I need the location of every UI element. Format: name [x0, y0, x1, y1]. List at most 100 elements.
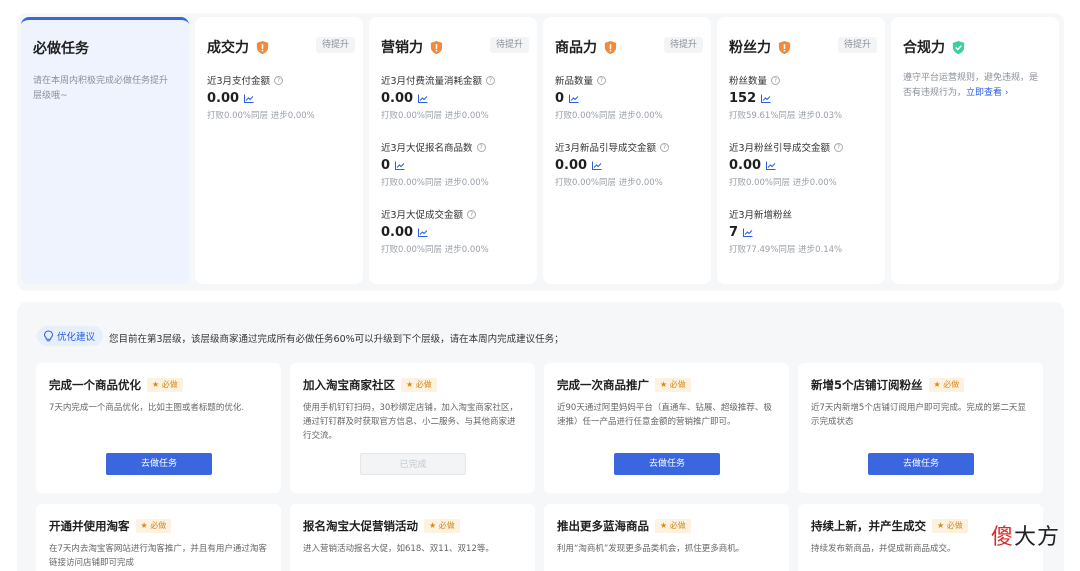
help-icon[interactable]: ? [476, 142, 486, 152]
do-task-button[interactable]: 去做任务 [106, 453, 212, 475]
help-icon[interactable]: ? [486, 75, 496, 85]
compliance-desc: 遵守平台运营规则，避免违规，是否有违规行为，立即查看 › [903, 73, 1039, 98]
help-icon[interactable]: ? [467, 209, 477, 219]
status-pill: 待提升 [837, 37, 877, 53]
task-title: 加入淘宝商家社区 [303, 378, 395, 392]
warning-shield-icon [604, 40, 617, 54]
warning-shield-icon [256, 40, 269, 54]
metric-label: 近3月付费流量消耗金额 [381, 76, 483, 87]
status-pill: 待提升 [663, 37, 703, 53]
fans-card: 粉丝力 待提升 粉丝数量? 152 打败59.61%同层 进步0.03% 近3月… [717, 17, 885, 284]
metric-item: 新品数量? 0 打败0.00%同层 进步0.00% [555, 73, 703, 133]
view-now-link[interactable]: 立即查看 › [966, 88, 1008, 98]
metric-sub: 打败0.00%同层 进步0.00% [729, 178, 837, 188]
trend-chart-icon[interactable] [761, 94, 771, 103]
suggestion-section: 优化建议 您目前在第3层级，该层级商家通过完成所有必做任务60%可以升级到下个层… [17, 302, 1064, 571]
must-do-tag: ★ 必做 [932, 519, 968, 533]
help-icon[interactable]: ? [597, 75, 607, 85]
metric-label: 近3月大促报名商品数 [381, 143, 473, 154]
transaction-card: 成交力 待提升 近3月支付金额? 0.00 打败0.00%同层 进步0.00% [195, 17, 363, 284]
trend-chart-icon[interactable] [743, 228, 753, 237]
metric-label: 近3月新增粉丝 [729, 210, 793, 221]
metric-value: 0.00 [381, 225, 414, 240]
task-title: 报名淘宝大促营销活动 [303, 519, 418, 533]
task-card: 完成一次商品推广 ★ 必做 近90天通过阿里妈妈平台（直通车、钻展、超级推荐、极速… [544, 363, 789, 493]
metric-sub: 打败0.00%同层 进步0.00% [555, 111, 663, 121]
must-do-desc: 请在本周内积极完成必做任务提升层级哦~ [33, 76, 169, 101]
task-desc: 使用手机钉钉扫码，30秒绑定店铺，加入淘宝商家社区，通过钉钉群及时获取官方信息、… [303, 403, 518, 441]
help-icon[interactable]: ? [834, 142, 844, 152]
metric-value: 0.00 [381, 91, 414, 106]
metric-sub: 打败77.49%同层 进步0.14% [729, 245, 843, 255]
must-do-tag: ★ 必做 [401, 378, 437, 392]
metric-item: 近3月粉丝引导成交金额? 0.00 打败0.00%同层 进步0.00% [729, 140, 877, 200]
must-do-tag: ★ 必做 [655, 519, 691, 533]
metric-value: 0.00 [555, 158, 588, 173]
metric-value: 0.00 [207, 91, 240, 106]
product-card: 商品力 待提升 新品数量? 0 打败0.00%同层 进步0.00% 近3月新品引… [543, 17, 711, 284]
transaction-title: 成交力 [207, 40, 249, 56]
must-do-tag: ★ 必做 [928, 378, 965, 392]
task-title: 新增5个店铺订阅粉丝 [811, 378, 923, 392]
task-title: 开通并使用淘客 [49, 519, 130, 533]
task-desc: 7天内完成一个商品优化，比如主图或者标题的优化. [49, 403, 245, 413]
metric-label: 近3月新品引导成交金额 [555, 143, 657, 154]
metric-sub: 打败59.61%同层 进步0.03% [729, 111, 843, 121]
trend-chart-icon[interactable] [244, 94, 254, 103]
task-card: 推出更多蓝海商品 ★ 必做 利用“淘商机”发现更多品类机会，抓住更多商机。 [544, 504, 789, 571]
metric-value: 152 [729, 91, 757, 106]
product-title: 商品力 [555, 40, 597, 56]
metric-sub: 打败0.00%同层 进步0.00% [381, 178, 489, 188]
task-desc: 近90天通过阿里妈妈平台（直通车、钻展、超级推荐、极速推）任一产品进行任意金额的… [557, 403, 772, 427]
task-desc: 近7天内新增5个店铺订阅用户即可完成。完成的第二天显示完成状态 [811, 403, 1026, 427]
metric-sub: 打败0.00%同层 进步0.00% [381, 111, 489, 121]
suggestion-badge-label: 优化建议 [57, 332, 96, 343]
metric-label: 近3月支付金额 [207, 76, 271, 87]
metric-sub: 打败0.00%同层 进步0.00% [381, 245, 489, 255]
metric-label: 粉丝数量 [729, 76, 768, 87]
task-desc: 利用“淘商机”发现更多品类机会，抓住更多商机。 [557, 544, 745, 554]
lightbulb-icon [43, 330, 54, 342]
trend-chart-icon[interactable] [592, 161, 602, 170]
ability-overview: 必做任务 请在本周内积极完成必做任务提升层级哦~ 成交力 待提升 近3月支付金额… [17, 13, 1064, 291]
must-do-title: 必做任务 [33, 41, 89, 57]
trend-chart-icon[interactable] [418, 228, 428, 237]
metric-label: 近3月大促成交金额 [381, 210, 464, 221]
help-icon[interactable]: ? [771, 75, 781, 85]
task-card: 新增5个店铺订阅粉丝 ★ 必做 近7天内新增5个店铺订阅用户即可完成。完成的第二天… [798, 363, 1043, 493]
metric-item: 近3月新品引导成交金额? 0.00 打败0.00%同层 进步0.00% [555, 140, 703, 200]
metric-value: 0 [555, 91, 565, 106]
watermark-logo: 傻大方 [990, 525, 1060, 550]
do-task-button[interactable]: 去做任务 [614, 453, 720, 475]
warning-shield-icon [430, 40, 443, 54]
status-pill: 待提升 [315, 37, 355, 53]
help-icon[interactable]: ? [660, 142, 670, 152]
compliance-title: 合规力 [903, 40, 945, 56]
must-do-tag: ★ 必做 [135, 519, 172, 533]
must-do-tag: ★ 必做 [424, 519, 460, 533]
trend-chart-icon[interactable] [418, 94, 428, 103]
marketing-title: 营销力 [381, 40, 423, 56]
trend-chart-icon[interactable] [395, 161, 405, 170]
must-do-tag: ★ 必做 [655, 378, 691, 392]
compliance-card: 合规力 遵守平台运营规则，避免违规，是否有违规行为，立即查看 › [891, 17, 1059, 284]
must-do-card: 必做任务 请在本周内积极完成必做任务提升层级哦~ [21, 17, 189, 284]
metric-item: 近3月支付金额? 0.00 打败0.00%同层 进步0.00% [207, 73, 355, 133]
do-task-button[interactable]: 去做任务 [868, 453, 974, 475]
trend-chart-icon[interactable] [569, 94, 579, 103]
help-icon[interactable]: ? [274, 75, 284, 85]
metric-item: 近3月新增粉丝 7 打败77.49%同层 进步0.14% [729, 207, 877, 267]
metric-value: 0 [381, 158, 391, 173]
trend-chart-icon[interactable] [766, 161, 776, 170]
task-title: 完成一个商品优化 [49, 378, 141, 392]
status-pill: 待提升 [489, 37, 529, 53]
task-title: 推出更多蓝海商品 [557, 519, 649, 533]
task-card: 完成一个商品优化 ★ 必做 7天内完成一个商品优化，比如主图或者标题的优化. 去做… [36, 363, 281, 493]
suggestion-badge: 优化建议 [37, 326, 104, 346]
task-desc: 进入营销活动报名大促，如618、双11、双12等。 [303, 544, 494, 554]
metric-label: 近3月粉丝引导成交金额 [729, 143, 831, 154]
task-card: 加入淘宝商家社区 ★ 必做 使用手机钉钉扫码，30秒绑定店铺，加入淘宝商家社区，通… [290, 363, 535, 493]
task-title: 完成一次商品推广 [557, 378, 649, 392]
metric-item: 近3月大促成交金额? 0.00 打败0.00%同层 进步0.00% [381, 207, 529, 267]
metric-sub: 打败0.00%同层 进步0.00% [555, 178, 663, 188]
